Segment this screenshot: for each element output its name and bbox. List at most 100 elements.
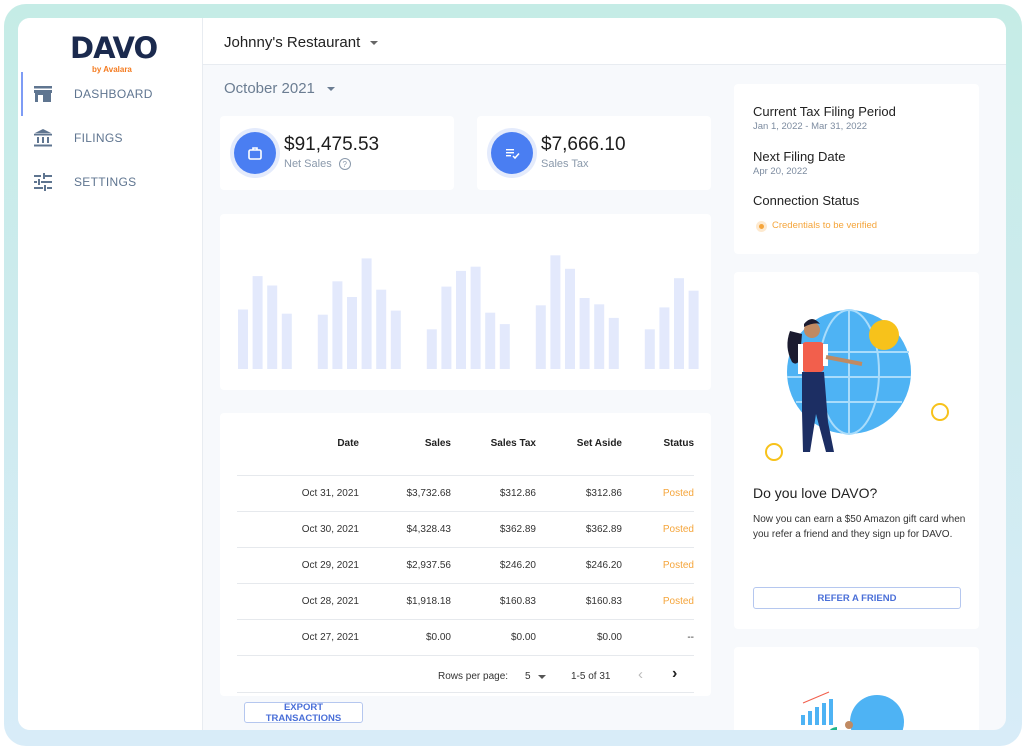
sales-tax-card: $7,666.10 Sales Tax (477, 116, 711, 190)
promo-title: Do you love DAVO? (753, 485, 878, 501)
bar-week-4-2 (550, 255, 561, 369)
bar-week-3-3 (456, 270, 466, 369)
cell-set-aside: $246.20 (585, 560, 622, 571)
sales-tax-value: $7,666.10 (541, 134, 626, 155)
sliders-icon (34, 173, 52, 191)
growth-promo-card (734, 647, 979, 730)
bar-week-3-1 (426, 329, 437, 369)
cell-status: Posted (662, 596, 694, 607)
help-icon[interactable]: ? (338, 158, 351, 170)
row-divider (237, 655, 694, 656)
cell-status: Posted (662, 524, 694, 535)
rows-per-page-label: Rows per page: (438, 671, 509, 682)
sidebar-item-label: FILINGS (74, 131, 123, 145)
cell-date: Oct 30, 2021 (301, 524, 359, 535)
table-divider (237, 692, 694, 693)
cell-date: Oct 27, 2021 (301, 632, 359, 643)
sales-chart-card (220, 214, 711, 390)
chevron-down-icon (370, 40, 379, 45)
month-selector[interactable]: October 2021 (224, 80, 335, 97)
cell-date: Oct 31, 2021 (301, 488, 359, 499)
chevron-down-icon (326, 86, 335, 91)
bar-week-3-4 (470, 266, 481, 369)
header-sales[interactable]: Sales (425, 438, 451, 449)
header-status[interactable]: Status (663, 438, 694, 449)
cell-sales: $2,937.56 (406, 560, 452, 571)
current-period-value: Jan 1, 2022 - Mar 31, 2022 (753, 121, 868, 132)
next-filing-value: Apr 20, 2022 (753, 166, 808, 177)
bar-week-5-1 (644, 329, 655, 369)
bar-week-5-3 (674, 278, 684, 369)
bar-week-5-2 (659, 307, 670, 369)
pagination-range: 1-5 of 31 (571, 671, 611, 682)
bar-week-2-6 (390, 310, 401, 369)
referral-card: Do you love DAVO? Now you can earn a $50… (734, 272, 979, 629)
cell-sales: $3,732.68 (406, 488, 452, 499)
bar-week-2-1 (317, 314, 328, 369)
bar-week-4-4 (579, 298, 590, 369)
location-selector[interactable]: Johnny's Restaurant (224, 34, 379, 51)
header-set-aside[interactable]: Set Aside (577, 438, 622, 449)
logo-wordmark: DAVO (70, 31, 158, 65)
bar-week-1-3 (267, 285, 278, 369)
connection-status-value: Credentials to be verified (772, 220, 878, 231)
bar-week-2-2 (332, 281, 343, 369)
net-sales-label: Net Sales ? (284, 158, 351, 170)
header-sales-tax[interactable]: Sales Tax (491, 438, 536, 449)
refer-friend-button[interactable]: REFER A FRIEND (753, 587, 961, 609)
row-divider (237, 547, 694, 548)
month-label: October 2021 (224, 80, 315, 97)
cell-sales-tax: $160.83 (499, 596, 536, 607)
status-dot-icon (756, 221, 767, 232)
location-name: Johnny's Restaurant (224, 34, 361, 51)
cell-sales-tax: $362.89 (499, 524, 536, 535)
row-divider (237, 619, 694, 620)
current-period-title: Current Tax Filing Period (753, 104, 896, 119)
cell-set-aside: $362.89 (585, 524, 622, 535)
cell-sales: $1,918.18 (406, 596, 452, 607)
prev-page-button[interactable]: ‹ (638, 666, 643, 683)
bar-week-3-5 (485, 312, 496, 369)
promo-body: Now you can earn a $50 Amazon gift card … (753, 514, 966, 540)
header-date[interactable]: Date (337, 438, 359, 449)
sales-bar-chart (238, 255, 699, 369)
cell-status: -- (687, 632, 694, 643)
bar-week-4-1 (535, 305, 546, 369)
row-divider (237, 475, 694, 476)
top-header: Johnny's Restaurant (203, 18, 1006, 65)
cell-set-aside: $0.00 (596, 632, 622, 643)
bar-week-4-3 (565, 268, 575, 369)
cell-sales: $0.00 (425, 632, 451, 643)
sidebar: DAVO by Avalara DASHBOARD FILINGS SETTIN… (18, 18, 203, 730)
bar-week-2-5 (376, 289, 387, 369)
sidebar-item-dashboard[interactable]: DASHBOARD (18, 72, 203, 116)
net-sales-card: $91,475.53 Net Sales ? (220, 116, 454, 190)
cell-status: Posted (662, 560, 694, 571)
bar-week-5-4 (688, 290, 699, 369)
referral-illustration (765, 309, 949, 461)
cell-sales-tax: $312.86 (499, 488, 536, 499)
net-sales-value: $91,475.53 (284, 134, 380, 155)
cell-set-aside: $160.83 (585, 596, 622, 607)
sidebar-item-filings[interactable]: FILINGS (18, 116, 203, 160)
rows-per-page-value: 5 (525, 671, 531, 682)
bar-week-4-6 (608, 317, 619, 369)
storefront-icon (34, 86, 52, 102)
bar-week-2-4 (361, 258, 372, 369)
sidebar-item-label: SETTINGS (74, 175, 137, 189)
bar-week-4-5 (594, 304, 605, 369)
cell-set-aside: $312.86 (585, 488, 622, 499)
rows-per-page-select[interactable]: 5 (525, 671, 546, 682)
bar-week-3-6 (499, 324, 510, 369)
bar-week-3-2 (441, 286, 452, 369)
export-transactions-button[interactable]: EXPORT TRANSACTIONS (244, 702, 363, 724)
cell-date: Oct 29, 2021 (301, 560, 359, 571)
checklist-icon (491, 132, 533, 174)
net-sales-label-text: Net Sales (284, 158, 332, 170)
next-page-button[interactable]: › (672, 665, 677, 683)
next-filing-title: Next Filing Date (753, 149, 846, 164)
bar-week-1-4 (281, 313, 292, 369)
transactions-table: Date Sales Sales Tax Set Aside Status Oc… (220, 413, 711, 696)
sidebar-nav: DASHBOARD FILINGS SETTINGS (18, 72, 203, 204)
sidebar-item-settings[interactable]: SETTINGS (18, 160, 203, 204)
